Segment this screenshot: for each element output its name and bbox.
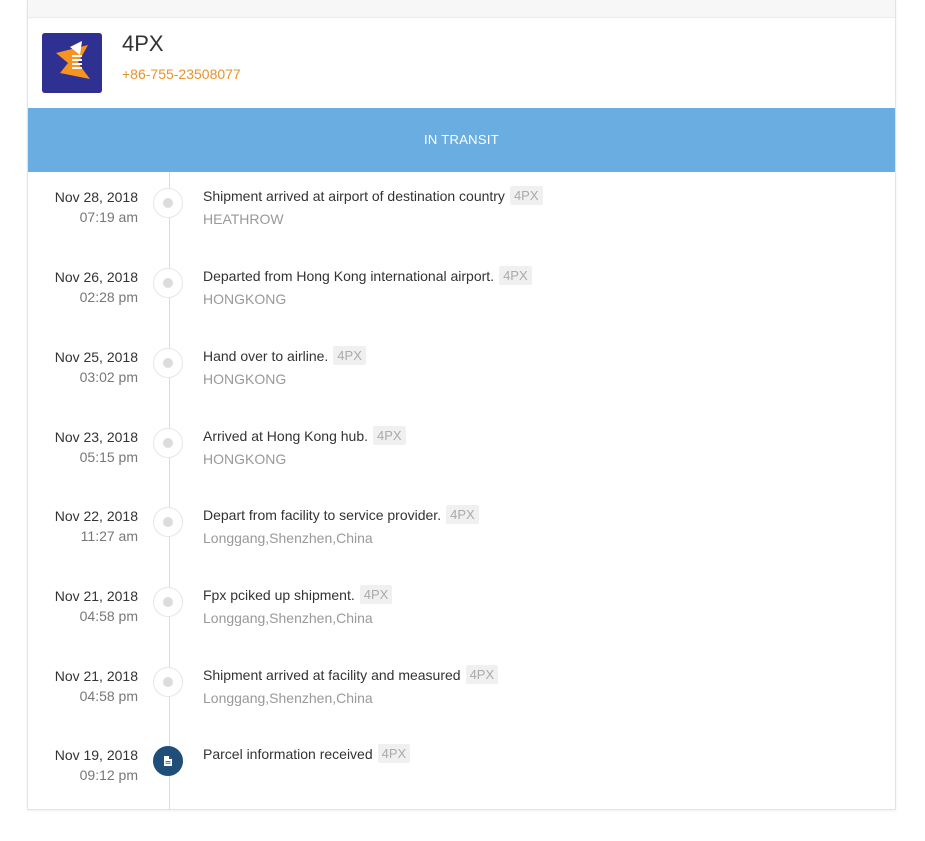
event-description: Shipment arrived at airport of destinati… (203, 186, 543, 205)
event-location: Longgang,Shenzhen,China (203, 690, 373, 706)
event-location: Longgang,Shenzhen,China (203, 530, 373, 546)
timeline-dot-icon (153, 268, 183, 298)
status-banner: IN TRANSIT (28, 108, 895, 172)
timeline-dot-icon (153, 667, 183, 697)
carrier-header: 4PX +86-755-23508077 (28, 18, 895, 108)
timeline-dot-icon (153, 188, 183, 218)
event-time: 05:15 pm (79, 449, 138, 465)
carrier-tag: 4PX (509, 186, 543, 205)
event-description: Parcel information received 4PX (203, 744, 411, 763)
carrier-tag: 4PX (499, 266, 532, 285)
card-top-strip (28, 0, 895, 18)
event-date: Nov 19, 2018 (54, 747, 138, 763)
event-location: HONGKONG (203, 451, 287, 467)
event-location: HEATHROW (203, 211, 284, 227)
event-time: 04:58 pm (79, 688, 138, 704)
status-label: IN TRANSIT (424, 132, 499, 147)
event-description: Departed from Hong Kong international ai… (203, 266, 532, 285)
event-date: Nov 26, 2018 (54, 269, 138, 285)
document-icon (153, 746, 183, 776)
timeline-dot-icon (153, 507, 183, 537)
event-date: Nov 22, 2018 (54, 508, 138, 524)
event-description-text: Shipment arrived at facility and measure… (203, 666, 461, 683)
event-time: 04:58 pm (79, 608, 138, 624)
event-date: Nov 21, 2018 (54, 588, 138, 604)
carrier-tag: 4PX (377, 744, 411, 763)
timeline-event: Nov 23, 2018 05:15 pm Arrived at Hong Ko… (28, 412, 895, 492)
event-location: HONGKONG (203, 371, 287, 387)
carrier-tag: 4PX (446, 505, 479, 524)
event-description: Shipment arrived at facility and measure… (203, 665, 499, 684)
event-time: 11:27 am (80, 528, 138, 544)
event-description: Arrived at Hong Kong hub. 4PX (203, 426, 406, 445)
event-date: Nov 25, 2018 (54, 349, 138, 365)
carrier-logo (42, 33, 102, 93)
event-time: 03:02 pm (79, 369, 138, 385)
carrier-tag: 4PX (465, 665, 499, 684)
event-date: Nov 23, 2018 (54, 429, 138, 445)
document-glyph-icon (164, 756, 172, 766)
carrier-tag: 4PX (359, 585, 393, 604)
event-time: 02:28 pm (79, 289, 138, 305)
timeline-event: Nov 22, 2018 11:27 am Depart from facili… (28, 491, 895, 571)
timeline-event: Nov 25, 2018 03:02 pm Hand over to airli… (28, 332, 895, 412)
carrier-tag: 4PX (333, 346, 366, 365)
event-description-text: Arrived at Hong Kong hub. (203, 427, 368, 444)
event-date: Nov 28, 2018 (54, 189, 138, 205)
tracking-timeline: Nov 28, 2018 07:19 am Shipment arrived a… (28, 172, 895, 810)
timeline-dot-icon (153, 587, 183, 617)
timeline-dot-icon (153, 348, 183, 378)
event-description-text: Depart from facility to service provider… (203, 506, 442, 523)
event-time: 09:12 pm (79, 767, 138, 783)
carrier-name: 4PX (122, 31, 164, 56)
timeline-event: Nov 26, 2018 02:28 pm Departed from Hong… (28, 252, 895, 332)
event-description-text: Departed from Hong Kong international ai… (203, 267, 495, 284)
timeline-event: Nov 19, 2018 09:12 pm Parcel information… (28, 730, 895, 810)
timeline-event: Nov 21, 2018 04:58 pm Shipment arrived a… (28, 651, 895, 731)
timeline-dot-icon (153, 428, 183, 458)
event-location: HONGKONG (203, 291, 287, 307)
carrier-phone-link[interactable]: +86-755-23508077 (122, 66, 241, 82)
event-description-text: Shipment arrived at airport of destinati… (203, 187, 505, 204)
timeline-event: Nov 21, 2018 04:58 pm Fpx pciked up ship… (28, 571, 895, 651)
event-date: Nov 21, 2018 (54, 668, 138, 684)
timeline-event: Nov 28, 2018 07:19 am Shipment arrived a… (28, 172, 895, 252)
event-description-text: Hand over to airline. (203, 347, 329, 364)
event-description: Depart from facility to service provider… (203, 505, 479, 524)
event-time: 07:19 am (79, 209, 138, 225)
event-description-text: Parcel information received (203, 745, 373, 762)
event-description: Hand over to airline. 4PX (203, 346, 366, 365)
tracking-card: 4PX +86-755-23508077 IN TRANSIT Nov 28, … (27, 0, 896, 810)
carrier-tag: 4PX (373, 426, 406, 445)
carrier-logo-icon (42, 33, 102, 93)
event-location: Longgang,Shenzhen,China (203, 610, 373, 626)
event-description-text: Fpx pciked up shipment. (203, 586, 355, 603)
event-description: Fpx pciked up shipment. 4PX (203, 585, 393, 604)
